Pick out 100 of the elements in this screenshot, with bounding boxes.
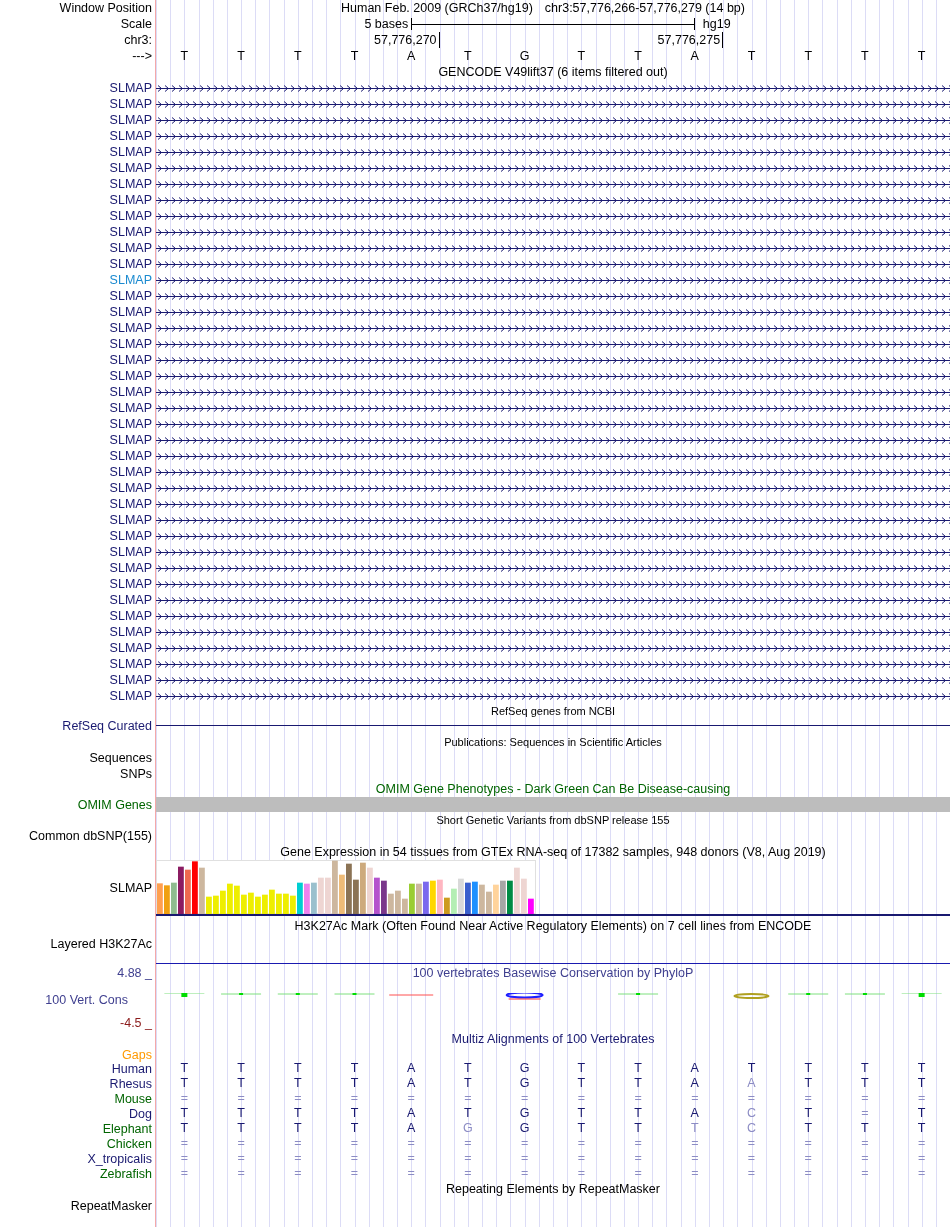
track-title: Multiz Alignments of 100 Vertebrates bbox=[451, 1031, 655, 1047]
base-letter: T bbox=[861, 48, 869, 64]
gene-label[interactable]: SLMAP bbox=[109, 113, 152, 127]
aligned-base: T bbox=[804, 1061, 812, 1076]
gene-label[interactable]: SLMAP bbox=[109, 177, 152, 191]
species-label[interactable]: Mouse bbox=[114, 1092, 152, 1106]
aligned-base: T bbox=[917, 1121, 926, 1136]
gene-label[interactable]: SLMAP bbox=[109, 81, 152, 95]
species-label[interactable]: Chicken bbox=[106, 1137, 152, 1151]
aligned-base: T bbox=[634, 1061, 642, 1076]
gene-label[interactable]: SLMAP bbox=[109, 305, 152, 319]
track-label[interactable]: RefSeq Curated bbox=[62, 719, 152, 733]
track-label[interactable]: Common dbSNP(155) bbox=[29, 829, 152, 843]
aligned-base: = bbox=[180, 1136, 188, 1151]
expression-bar[interactable] bbox=[444, 897, 450, 914]
expression-bar[interactable] bbox=[374, 877, 380, 914]
aligned-base: = bbox=[521, 1091, 529, 1106]
expression-bar[interactable] bbox=[507, 880, 513, 914]
expression-bar[interactable] bbox=[178, 866, 184, 914]
gene-label[interactable]: SLMAP bbox=[109, 689, 152, 703]
gene-label[interactable]: SLMAP bbox=[109, 129, 152, 143]
aligned-base: = bbox=[861, 1166, 869, 1181]
gene-label[interactable]: SLMAP bbox=[109, 465, 152, 479]
gene-label[interactable]: SLMAP bbox=[109, 241, 152, 255]
expression-bar[interactable] bbox=[423, 881, 429, 914]
gene-label[interactable]: SLMAP bbox=[109, 577, 152, 591]
gene-label[interactable]: SLMAP bbox=[109, 673, 152, 687]
gene-label[interactable]: SLMAP bbox=[109, 529, 152, 543]
track-label[interactable]: 100 Vert. Cons bbox=[45, 993, 128, 1007]
aligned-base: = bbox=[918, 1151, 926, 1166]
gene-label[interactable]: SLMAP bbox=[109, 481, 152, 495]
aligned-base: = bbox=[634, 1136, 642, 1151]
gene-label[interactable]: SLMAP bbox=[109, 257, 152, 271]
gene-label[interactable]: SLMAP bbox=[109, 433, 152, 447]
gene-label[interactable]: SLMAP bbox=[109, 161, 152, 175]
aligned-base: = bbox=[747, 1091, 756, 1106]
track-label[interactable]: RepeatMasker bbox=[70, 1199, 152, 1213]
species-label[interactable]: Dog bbox=[129, 1107, 152, 1121]
gene-label[interactable]: SLMAP bbox=[109, 641, 152, 655]
species-label[interactable]: Human bbox=[111, 1062, 152, 1076]
aligned-base: C bbox=[746, 1121, 756, 1136]
aligned-base: T bbox=[464, 1076, 472, 1091]
gene-label[interactable]: SLMAP bbox=[109, 561, 152, 575]
expression-bar[interactable] bbox=[465, 882, 471, 914]
gene-label[interactable]: SLMAP bbox=[109, 209, 152, 223]
aligned-base: T bbox=[180, 1076, 189, 1091]
gene-label[interactable]: SLMAP bbox=[109, 385, 152, 399]
species-label[interactable]: X_tropicalis bbox=[87, 1152, 152, 1166]
aligned-base: T bbox=[237, 1121, 245, 1136]
track-label[interactable]: Sequences bbox=[89, 751, 152, 765]
aligned-base: T bbox=[634, 1121, 642, 1136]
gene-label[interactable]: SLMAP bbox=[109, 337, 152, 351]
gene-label[interactable]: SLMAP bbox=[109, 321, 152, 335]
gene-label[interactable]: SLMAP bbox=[109, 273, 152, 287]
gene-label[interactable]: SLMAP bbox=[109, 449, 152, 463]
species-label[interactable]: Rhesus bbox=[109, 1077, 152, 1091]
expression-bar[interactable] bbox=[472, 881, 478, 914]
gene-label[interactable]: SLMAP bbox=[109, 513, 152, 527]
assembly-label: hg19 bbox=[702, 17, 731, 31]
gene-label[interactable]: SLMAP bbox=[109, 657, 152, 671]
gene-label[interactable]: SLMAP bbox=[109, 545, 152, 559]
aligned-base: = bbox=[918, 1136, 926, 1151]
base-letter: T bbox=[237, 48, 245, 64]
expression-bar[interactable] bbox=[381, 880, 387, 914]
gene-label[interactable]: SLMAP bbox=[109, 289, 152, 303]
gene-label[interactable]: SLMAP bbox=[109, 353, 152, 367]
gene-label[interactable]: SLMAP bbox=[109, 97, 152, 111]
track-label[interactable]: Layered H3K27Ac bbox=[50, 937, 152, 951]
gene-label[interactable]: SLMAP bbox=[109, 497, 152, 511]
species-label[interactable]: Zebrafish bbox=[99, 1167, 152, 1181]
gene-label[interactable]: SLMAP bbox=[109, 225, 152, 239]
base-letter: T bbox=[464, 48, 472, 64]
aligned-base: T bbox=[577, 1061, 586, 1076]
gene-label[interactable]: SLMAP bbox=[109, 369, 152, 383]
gene-label[interactable]: SLMAP bbox=[109, 145, 152, 159]
expression-bar[interactable] bbox=[500, 880, 506, 914]
track-label[interactable]: SLMAP bbox=[109, 880, 152, 896]
expression-bar[interactable] bbox=[185, 869, 191, 914]
gene-label[interactable]: SLMAP bbox=[109, 401, 152, 415]
gene-label[interactable]: SLMAP bbox=[109, 625, 152, 639]
aligned-base: = bbox=[747, 1136, 756, 1151]
gene-label[interactable]: SLMAP bbox=[109, 593, 152, 607]
aligned-base: T bbox=[180, 1061, 189, 1076]
track-title: Repeating Elements by RepeatMasker bbox=[446, 1181, 660, 1197]
expression-bar[interactable] bbox=[353, 879, 359, 914]
aligned-base: T bbox=[577, 1076, 586, 1091]
aligned-base: G bbox=[519, 1106, 530, 1121]
aligned-base: = bbox=[691, 1091, 699, 1106]
gene-label[interactable]: SLMAP bbox=[109, 609, 152, 623]
base-letter: T bbox=[577, 48, 586, 64]
track-label[interactable]: OMIM Genes bbox=[77, 798, 152, 812]
gene-label[interactable]: SLMAP bbox=[109, 193, 152, 207]
gene-label[interactable]: SLMAP bbox=[109, 417, 152, 431]
aligned-base: = bbox=[237, 1136, 245, 1151]
aligned-base: A bbox=[407, 1121, 416, 1136]
track-label[interactable]: SNPs bbox=[120, 767, 152, 781]
species-label[interactable]: Elephant bbox=[102, 1122, 152, 1136]
expression-bar[interactable] bbox=[528, 898, 534, 914]
omim-gene-bar[interactable] bbox=[156, 797, 950, 812]
aligned-base: = bbox=[634, 1166, 642, 1181]
